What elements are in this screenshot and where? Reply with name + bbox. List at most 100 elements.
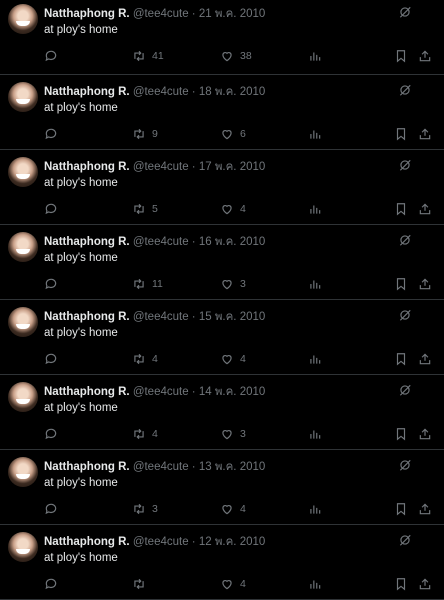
tweet[interactable]: Natthaphong R. @tee4cute · 17 พ.ค. 2010 a… — [0, 150, 444, 225]
tweet-date[interactable]: 15 พ.ค. 2010 — [199, 311, 265, 323]
tweet-date[interactable]: 21 พ.ค. 2010 — [199, 8, 265, 20]
like-button[interactable]: 4 — [220, 501, 246, 517]
like-button[interactable]: 4 — [220, 201, 246, 217]
like-button[interactable]: 3 — [220, 276, 246, 292]
user-name[interactable]: Natthaphong R. — [44, 386, 130, 398]
like-button[interactable]: 6 — [220, 126, 246, 142]
avatar[interactable] — [8, 457, 38, 487]
views-button[interactable] — [308, 126, 322, 142]
reply-button[interactable] — [44, 426, 58, 442]
share-button[interactable] — [418, 276, 432, 292]
avatar[interactable] — [8, 232, 38, 262]
bookmark-button[interactable] — [394, 501, 408, 517]
user-name[interactable]: Natthaphong R. — [44, 536, 130, 548]
views-button[interactable] — [308, 48, 322, 64]
tweet[interactable]: Natthaphong R. @tee4cute · 15 พ.ค. 2010 a… — [0, 300, 444, 375]
reply-button[interactable] — [44, 126, 58, 142]
tweet[interactable]: Natthaphong R. @tee4cute · 21 พ.ค. 2010 a… — [0, 0, 444, 75]
user-name[interactable]: Natthaphong R. — [44, 8, 130, 20]
retweet-button[interactable]: 41 — [132, 48, 164, 64]
like-button[interactable]: 38 — [220, 48, 252, 64]
user-name[interactable]: Natthaphong R. — [44, 236, 130, 248]
reply-button[interactable] — [44, 201, 58, 217]
views-button[interactable] — [308, 351, 322, 367]
like-button[interactable]: 3 — [220, 426, 246, 442]
retweet-button[interactable]: 9 — [132, 126, 158, 142]
retweet-button[interactable]: 4 — [132, 351, 158, 367]
views-button[interactable] — [308, 576, 322, 592]
avatar[interactable] — [8, 82, 38, 112]
retweet-button[interactable]: 11 — [132, 276, 163, 292]
grok-icon[interactable] — [398, 308, 412, 322]
avatar[interactable] — [8, 4, 38, 34]
tweet[interactable]: Natthaphong R. @tee4cute · 18 พ.ค. 2010 a… — [0, 75, 444, 150]
share-button[interactable] — [418, 426, 432, 442]
retweet-button[interactable]: 3 — [132, 501, 158, 517]
reply-button[interactable] — [44, 501, 58, 517]
bookmark-button[interactable] — [394, 426, 408, 442]
tweet-date[interactable]: 18 พ.ค. 2010 — [199, 86, 265, 98]
retweet-button[interactable]: 4 — [132, 426, 158, 442]
grok-icon[interactable] — [398, 458, 412, 472]
share-button[interactable] — [418, 48, 432, 64]
tweet-date[interactable]: 12 พ.ค. 2010 — [199, 536, 265, 548]
like-button[interactable]: 4 — [220, 351, 246, 367]
tweet[interactable]: Natthaphong R. @tee4cute · 13 พ.ค. 2010 a… — [0, 450, 444, 525]
share-button[interactable] — [418, 576, 432, 592]
user-name[interactable]: Natthaphong R. — [44, 461, 130, 473]
reply-button[interactable] — [44, 276, 58, 292]
user-handle[interactable]: @tee4cute — [133, 386, 189, 398]
user-handle[interactable]: @tee4cute — [133, 236, 189, 248]
user-name[interactable]: Natthaphong R. — [44, 161, 130, 173]
reply-button[interactable] — [44, 351, 58, 367]
grok-icon[interactable] — [398, 383, 412, 397]
tweet[interactable]: Natthaphong R. @tee4cute · 14 พ.ค. 2010 a… — [0, 375, 444, 450]
share-button[interactable] — [418, 501, 432, 517]
bookmark-button[interactable] — [394, 48, 408, 64]
user-handle[interactable]: @tee4cute — [133, 161, 189, 173]
tweet-date[interactable]: 17 พ.ค. 2010 — [199, 161, 265, 173]
grok-icon[interactable] — [398, 158, 412, 172]
user-handle[interactable]: @tee4cute — [133, 536, 189, 548]
views-button[interactable] — [308, 276, 322, 292]
bookmark-button[interactable] — [394, 276, 408, 292]
like-icon — [220, 49, 234, 63]
views-button[interactable] — [308, 426, 322, 442]
bookmark-button[interactable] — [394, 201, 408, 217]
user-handle[interactable]: @tee4cute — [133, 311, 189, 323]
tweet-date[interactable]: 14 พ.ค. 2010 — [199, 386, 265, 398]
retweet-button[interactable] — [132, 576, 152, 592]
grok-icon[interactable] — [398, 233, 412, 247]
user-handle[interactable]: @tee4cute — [133, 461, 189, 473]
share-button[interactable] — [418, 351, 432, 367]
reply-button[interactable] — [44, 576, 58, 592]
tweet-date[interactable]: 16 พ.ค. 2010 — [199, 236, 265, 248]
reply-button[interactable] — [44, 48, 58, 64]
grok-icon[interactable] — [398, 533, 412, 547]
grok-icon[interactable] — [398, 5, 412, 19]
user-name[interactable]: Natthaphong R. — [44, 311, 130, 323]
like-button[interactable]: 4 — [220, 576, 246, 592]
share-icon — [418, 127, 432, 141]
tweet[interactable]: Natthaphong R. @tee4cute · 16 พ.ค. 2010 a… — [0, 225, 444, 300]
retweet-button[interactable]: 5 — [132, 201, 158, 217]
share-button[interactable] — [418, 126, 432, 142]
tweet[interactable]: Natthaphong R. @tee4cute · 12 พ.ค. 2010 a… — [0, 525, 444, 600]
avatar[interactable] — [8, 157, 38, 187]
user-handle[interactable]: @tee4cute — [133, 86, 189, 98]
share-button[interactable] — [418, 201, 432, 217]
views-button[interactable] — [308, 501, 322, 517]
bookmark-button[interactable] — [394, 351, 408, 367]
tweet-date[interactable]: 13 พ.ค. 2010 — [199, 461, 265, 473]
user-name[interactable]: Natthaphong R. — [44, 86, 130, 98]
user-handle[interactable]: @tee4cute — [133, 8, 189, 20]
views-icon — [308, 352, 322, 366]
bookmark-button[interactable] — [394, 126, 408, 142]
views-button[interactable] — [308, 201, 322, 217]
grok-icon[interactable] — [398, 83, 412, 97]
avatar[interactable] — [8, 307, 38, 337]
avatar[interactable] — [8, 532, 38, 562]
like-count: 4 — [240, 503, 246, 515]
bookmark-button[interactable] — [394, 576, 408, 592]
avatar[interactable] — [8, 382, 38, 412]
